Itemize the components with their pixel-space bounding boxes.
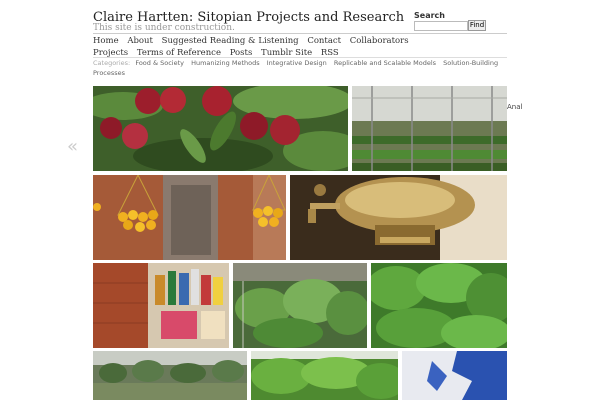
search-input[interactable] xyxy=(414,21,468,31)
search-button[interactable]: Find xyxy=(468,20,486,31)
category-humanizing-methods[interactable]: Humanizing Methods xyxy=(191,59,260,67)
nav-item-about[interactable]: About xyxy=(127,36,153,46)
photo-green-shrubs[interactable] xyxy=(371,263,507,348)
photo-tree-field[interactable] xyxy=(93,351,247,400)
nav-item-contact[interactable]: Contact xyxy=(307,36,341,46)
main-nav: Home About Suggested Reading & Listening… xyxy=(93,35,443,59)
photo-lemons-bags[interactable] xyxy=(93,175,286,260)
nav-item-home[interactable]: Home xyxy=(93,36,119,46)
photo-apples[interactable] xyxy=(93,86,348,171)
photo-vine-leaves[interactable] xyxy=(251,351,398,400)
categories-label: Categories: xyxy=(93,59,131,67)
site-tagline: This site is under construction. xyxy=(93,23,235,33)
photo-blue-pattern[interactable] xyxy=(402,351,507,400)
category-food-society[interactable]: Food & Society xyxy=(135,59,184,67)
photo-shop-products[interactable] xyxy=(93,263,229,348)
photo-samovar[interactable] xyxy=(290,175,507,260)
search-label: Search xyxy=(414,11,445,20)
header-divider xyxy=(93,33,507,34)
nav-item-collaborators[interactable]: Collaborators xyxy=(350,36,409,46)
category-integrative-design[interactable]: Integrative Design xyxy=(267,59,327,67)
nav-item-suggested-reading[interactable]: Suggested Reading & Listening xyxy=(162,36,299,46)
category-replicable-scalable-models[interactable]: Replicable and Scalable Models xyxy=(334,59,436,67)
category-list: Categories: Food & Society Humanizing Me… xyxy=(93,58,507,78)
gallery-prev-icon[interactable]: « xyxy=(67,136,78,157)
photo-plant-nursery[interactable] xyxy=(233,263,367,348)
gallery-side-caption[interactable]: Anal xyxy=(507,103,522,111)
photo-greenhouse[interactable] xyxy=(352,86,507,171)
